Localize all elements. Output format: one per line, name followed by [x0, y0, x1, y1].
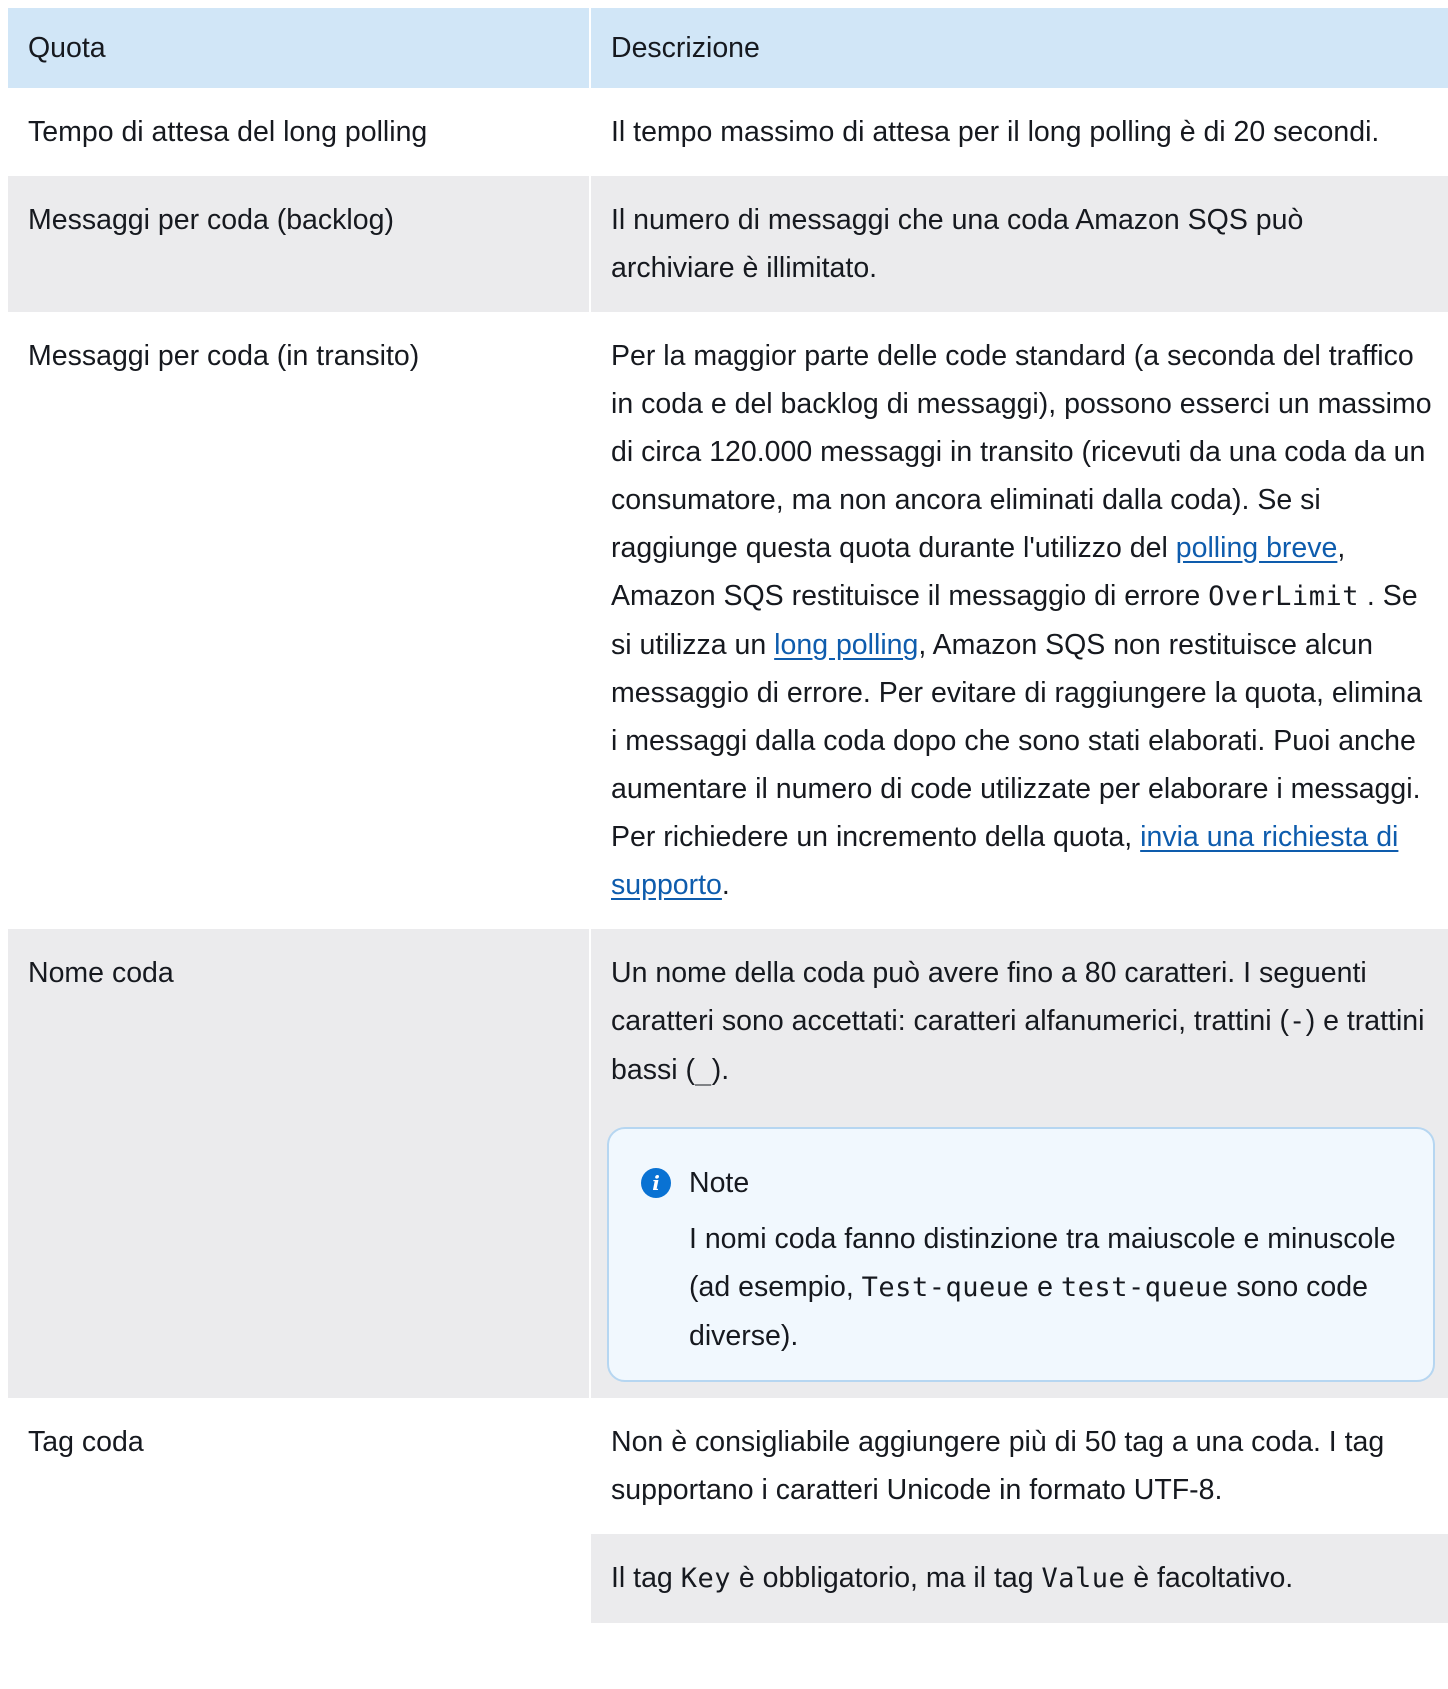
- value-code: Value: [1041, 1563, 1126, 1594]
- quota-description: Il numero di messaggi che una coda Amazo…: [591, 176, 1448, 312]
- note-body: I nomi coda fanno distinzione tra maiusc…: [641, 1215, 1403, 1360]
- table-row: Messaggi per coda (in transito) Per la m…: [8, 312, 1448, 929]
- test-queue-upper-code: Test-queue: [861, 1272, 1030, 1303]
- note-box: i Note I nomi coda fanno distinzione tra…: [607, 1127, 1435, 1382]
- test-queue-lower-code: test-queue: [1060, 1272, 1229, 1303]
- table-row: Tempo di attesa del long polling Il temp…: [8, 88, 1448, 176]
- note-header: i Note: [641, 1159, 1403, 1207]
- quota-description: Per la maggior parte delle code standard…: [591, 312, 1448, 929]
- table-row: Tag coda Non è consigliabile aggiungere …: [8, 1398, 1448, 1623]
- header-description: Descrizione: [591, 8, 1448, 88]
- info-icon: i: [641, 1168, 671, 1198]
- table-header: Quota Descrizione: [8, 8, 1448, 88]
- key-code: Key: [680, 1563, 731, 1594]
- quota-name: Messaggi per coda (backlog): [8, 176, 591, 312]
- short-polling-link[interactable]: polling breve: [1176, 532, 1338, 564]
- note-title: Note: [689, 1167, 750, 1199]
- note-text: e: [1029, 1271, 1061, 1303]
- quota-name: Tempo di attesa del long polling: [8, 88, 591, 176]
- hyphen-code: -: [1288, 1006, 1306, 1037]
- quota-description: Non è consigliabile aggiungere più di 50…: [591, 1398, 1448, 1623]
- tag-desc-a: Non è consigliabile aggiungere più di 50…: [591, 1398, 1448, 1534]
- table-row: Messaggi per coda (backlog) Il numero di…: [8, 176, 1448, 312]
- desc-text: Un nome della coda può avere fino a 80 c…: [611, 957, 1367, 1037]
- table-row: Nome coda Un nome della coda può avere f…: [8, 929, 1448, 1398]
- quota-description: Un nome della coda può avere fino a 80 c…: [591, 929, 1448, 1398]
- desc-text: Il tag: [611, 1562, 681, 1594]
- quota-description: Il tempo massimo di attesa per il long p…: [591, 88, 1448, 176]
- header-quota: Quota: [8, 8, 591, 88]
- desc-text: è facoltativo.: [1125, 1562, 1294, 1594]
- desc-text: è obbligatorio, ma il tag: [731, 1562, 1042, 1594]
- quota-table-container: Quota Descrizione Tempo di attesa del lo…: [8, 8, 1448, 1623]
- desc-text: .: [721, 869, 730, 901]
- quota-name: Tag coda: [8, 1398, 591, 1623]
- desc-text: , Amazon SQS non restituisce alcun messa…: [611, 629, 1423, 853]
- quota-name: Nome coda: [8, 929, 591, 1398]
- tag-desc-b: Il tag Key è obbligatorio, ma il tag Val…: [591, 1534, 1448, 1623]
- desc-paragraph: Un nome della coda può avere fino a 80 c…: [611, 949, 1434, 1095]
- quota-table: Quota Descrizione Tempo di attesa del lo…: [8, 8, 1448, 1623]
- desc-text: Per la maggior parte delle code standard…: [611, 340, 1432, 564]
- quota-name: Messaggi per coda (in transito): [8, 312, 591, 929]
- desc-text: ).: [711, 1054, 730, 1086]
- overlimit-code: OverLimit: [1208, 581, 1359, 612]
- long-polling-link[interactable]: long polling: [774, 629, 918, 661]
- underscore-code: _: [694, 1055, 712, 1086]
